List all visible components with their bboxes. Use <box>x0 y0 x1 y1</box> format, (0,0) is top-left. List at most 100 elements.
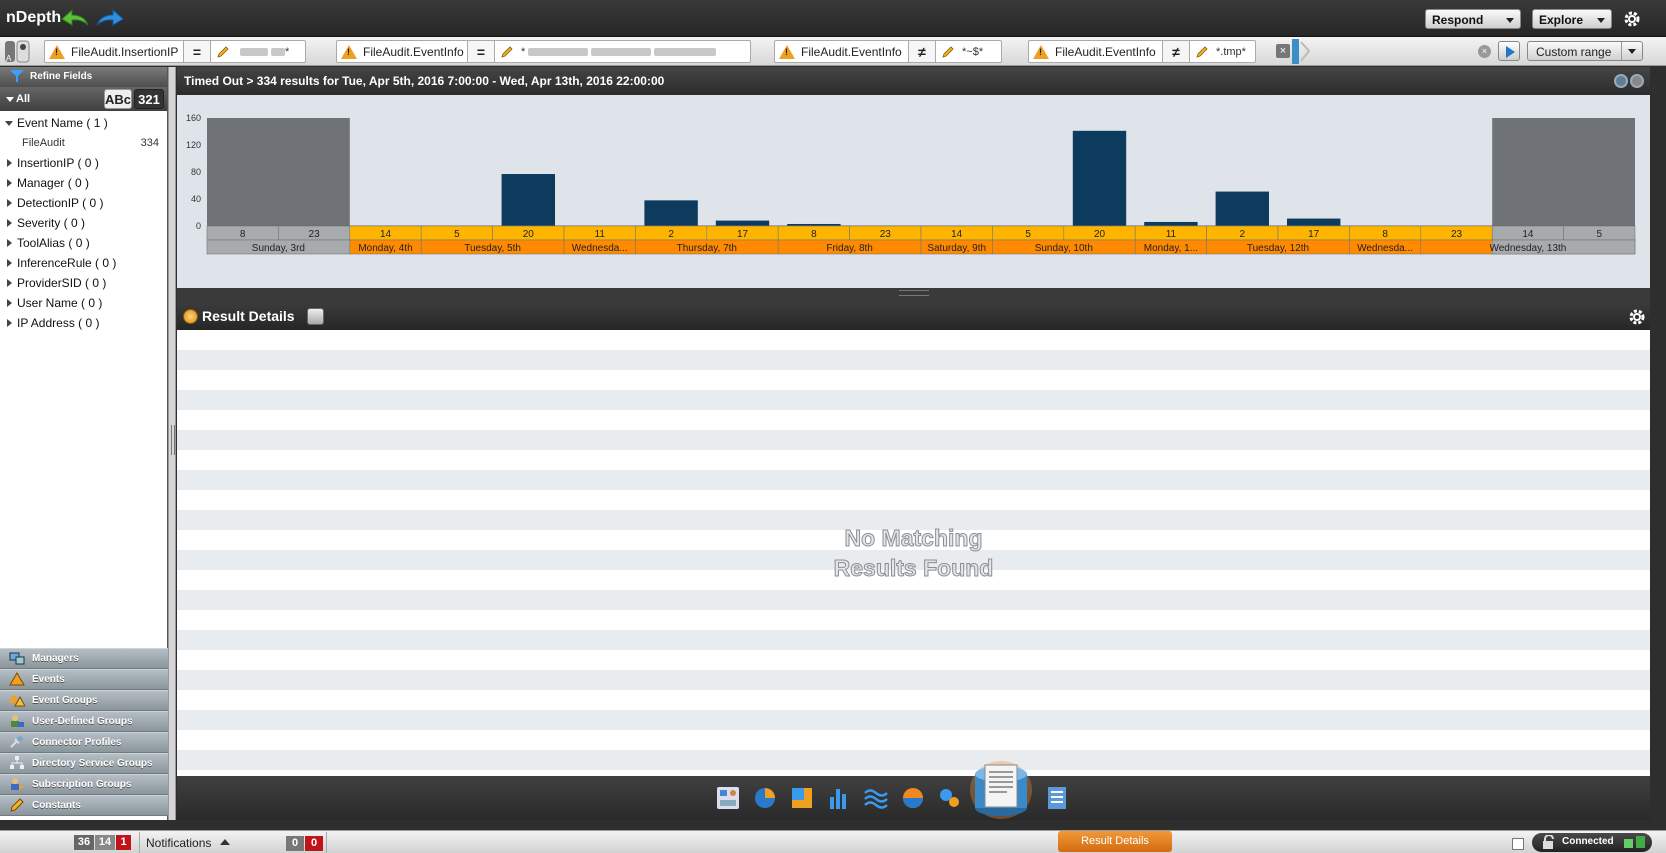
filter-1-field[interactable]: FileAudit.InsertionIP <box>45 41 183 62</box>
field-user-name[interactable]: User Name ( 0 ) <box>0 293 167 313</box>
result-details-icon[interactable] <box>969 760 1033 820</box>
count-errors[interactable]: 1 <box>116 835 131 850</box>
warning-icon <box>9 672 25 686</box>
nav-constants[interactable]: Constants <box>0 795 168 816</box>
filter-1-value[interactable]: * <box>211 41 295 62</box>
y-tick-label: 80 <box>191 167 201 177</box>
globe-chart-icon[interactable] <box>752 785 778 811</box>
filter-3[interactable]: FileAudit.EventInfo ≠ *~$* <box>774 40 1002 63</box>
filter-4-field[interactable]: FileAudit.EventInfo <box>1029 41 1162 62</box>
visualization-toolbar <box>177 761 1650 820</box>
dashboard-icon[interactable] <box>715 785 741 811</box>
field-event-name[interactable]: Event Name ( 1 ) <box>0 113 167 133</box>
app-title: nDepth <box>6 9 62 26</box>
respond-dropdown[interactable]: Respond <box>1425 9 1521 29</box>
warning-icon <box>1033 44 1049 59</box>
filter-scroll-right-icon[interactable] <box>1292 39 1312 64</box>
time-range-dropdown[interactable]: Custom range <box>1527 41 1643 61</box>
redacted-value <box>591 47 652 56</box>
status-checkbox[interactable] <box>1512 838 1524 850</box>
result-details-header: Result Details <box>177 302 1650 330</box>
hour-tick-label: 23 <box>309 229 321 240</box>
filter-4[interactable]: FileAudit.EventInfo ≠ *.tmp* <box>1028 40 1256 63</box>
connection-status: Connected <box>1532 833 1652 852</box>
day-label: Tuesday, 12th <box>1247 243 1309 254</box>
explore-dropdown[interactable]: Explore <box>1532 9 1612 29</box>
filter-2[interactable]: FileAudit.EventInfo = * <box>336 40 751 63</box>
count-total[interactable]: 36 <box>74 835 94 850</box>
field-insertionip[interactable]: InsertionIP ( 0 ) <box>0 153 167 173</box>
explore-label: Explore <box>1539 13 1584 27</box>
sort-numeric-button[interactable]: 321 <box>134 89 164 109</box>
nav-directory-service-groups[interactable]: Directory Service Groups <box>0 753 168 774</box>
hour-tick-label: 14 <box>380 229 392 240</box>
nav-subscription-groups[interactable]: Subscription Groups <box>0 774 168 795</box>
day-label: Wednesday, 13th <box>1489 243 1566 254</box>
field-value-fileaudit[interactable]: FileAudit 334 <box>0 133 167 153</box>
nav-events[interactable]: Events <box>0 669 168 690</box>
vertical-splitter[interactable] <box>168 67 176 820</box>
gear-icon[interactable] <box>1622 9 1642 29</box>
nav-connector-profiles[interactable]: Connector Profiles <box>0 732 168 753</box>
connector-icon <box>10 736 23 748</box>
notif-count-1[interactable]: 0 <box>286 836 304 851</box>
field-manager[interactable]: Manager ( 0 ) <box>0 173 167 193</box>
run-query-button[interactable] <box>1498 41 1520 61</box>
filter-1-operator[interactable]: = <box>183 41 211 62</box>
sort-alphabetical-button[interactable]: ABc <box>104 89 132 109</box>
bar-chart-icon[interactable] <box>826 785 852 811</box>
histogram-bar <box>644 200 698 226</box>
app-window: nDepth Respond Explore A FileAudit.Inser… <box>0 0 1666 853</box>
gear-icon[interactable] <box>1627 307 1647 327</box>
nav-event-groups[interactable]: Event Groups <box>0 690 168 711</box>
gradient-icon[interactable] <box>789 785 815 811</box>
close-filter-icon[interactable]: × <box>1276 44 1290 58</box>
field-toolalias[interactable]: ToolAlias ( 0 ) <box>0 233 167 253</box>
all-fields-row[interactable]: All ABc 321 <box>0 87 167 111</box>
hour-tick-label: 17 <box>737 229 749 240</box>
field-severity[interactable]: Severity ( 0 ) <box>0 213 167 233</box>
chevron-up-icon <box>220 839 230 845</box>
filter-4-value[interactable]: *.tmp* <box>1190 41 1252 62</box>
forward-arrow-icon[interactable] <box>95 7 125 29</box>
notif-count-2[interactable]: 0 <box>305 836 323 851</box>
result-details-tab[interactable]: Result Details <box>1058 831 1172 852</box>
sphere-icon[interactable] <box>900 785 926 811</box>
zoom-out-icon[interactable] <box>1614 74 1628 88</box>
bubble-icon[interactable] <box>937 785 963 811</box>
export-icon[interactable] <box>1045 785 1071 811</box>
pencil-icon <box>217 45 229 58</box>
filter-3-field[interactable]: FileAudit.EventInfo <box>775 41 908 62</box>
wave-icon[interactable] <box>863 785 889 811</box>
y-tick-label: 0 <box>196 221 201 231</box>
field-ip-address[interactable]: IP Address ( 0 ) <box>0 313 167 333</box>
timeline-chart-svg[interactable]: 0 40 80 120 160 8 23 14 5 20 11 2 17 8 23 14 5 20 11 2 17 8 23… <box>177 95 1650 288</box>
result-details-title: Result Details <box>202 308 295 324</box>
horizontal-splitter[interactable] <box>177 288 1650 302</box>
out-of-range-left <box>207 118 350 226</box>
filter-3-value[interactable]: *~$* <box>936 41 989 62</box>
result-details-orb-icon <box>183 309 198 324</box>
notifications-panel-toggle[interactable]: Notifications 0 0 <box>139 832 327 853</box>
view-selector-icon[interactable] <box>307 308 324 325</box>
timeline-chart[interactable]: 0 40 80 120 160 8 23 14 5 20 11 2 17 8 23 14 5 20 11 2 17 8 23… <box>177 95 1650 288</box>
count-warnings[interactable]: 14 <box>95 835 115 850</box>
hour-tick-label: 8 <box>811 229 817 240</box>
nav-user-defined-groups[interactable]: User-Defined Groups <box>0 711 168 732</box>
nav-managers[interactable]: Managers <box>0 648 168 669</box>
filter-1[interactable]: FileAudit.InsertionIP = * <box>44 40 306 63</box>
field-inferencerule[interactable]: InferenceRule ( 0 ) <box>0 253 167 273</box>
filter-3-operator[interactable]: ≠ <box>908 41 936 62</box>
ab-toggle-icon[interactable]: A <box>4 39 30 64</box>
filter-2-operator[interactable]: = <box>467 41 495 62</box>
day-label: Sunday, 3rd <box>252 243 305 254</box>
back-arrow-icon[interactable] <box>60 7 90 29</box>
filter-2-field[interactable]: FileAudit.EventInfo <box>337 41 467 62</box>
field-providersid[interactable]: ProviderSID ( 0 ) <box>0 273 167 293</box>
day-label: Thursday, 7th <box>677 243 737 254</box>
filter-2-value[interactable]: * <box>495 41 722 62</box>
field-detectionip[interactable]: DetectionIP ( 0 ) <box>0 193 167 213</box>
clear-filters-icon[interactable]: × <box>1478 45 1491 58</box>
filter-4-operator[interactable]: ≠ <box>1162 41 1190 62</box>
zoom-in-icon[interactable] <box>1630 74 1644 88</box>
